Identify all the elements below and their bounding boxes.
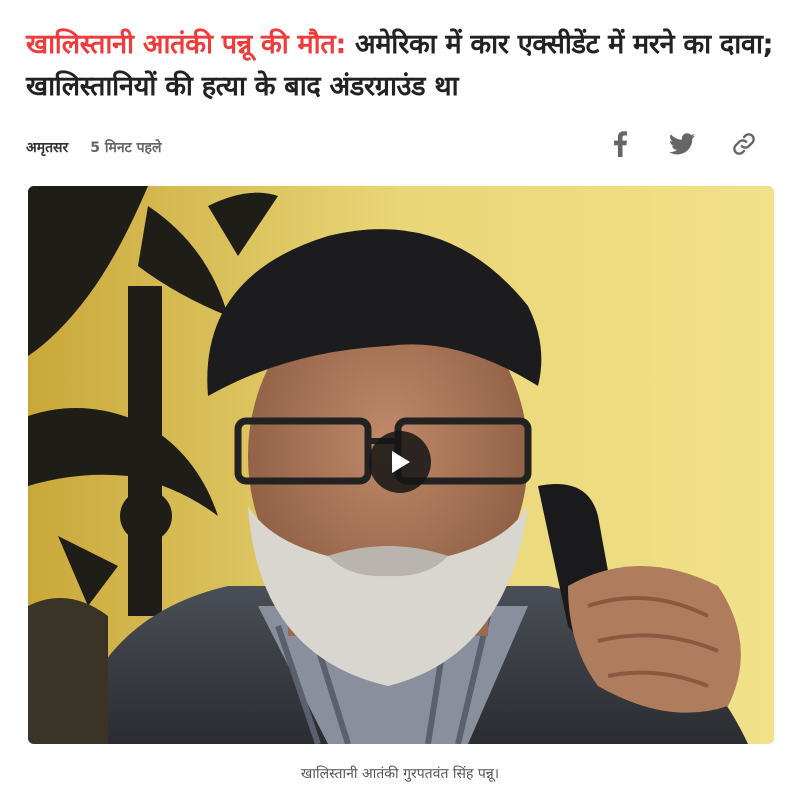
image-caption: खालिस्तानी आतंकी गुरपतवंत सिंह पन्नू। [300, 766, 500, 782]
link-icon[interactable] [728, 128, 760, 160]
share-bar [604, 128, 760, 160]
article-headline: खालिस्तानी आतंकी पन्नू की मौत: अमेरिका म… [26, 24, 776, 108]
location-label[interactable]: अमृतसर [26, 138, 68, 157]
facebook-icon[interactable] [604, 128, 636, 160]
play-icon [392, 451, 410, 473]
headline-kicker: खालिस्तानी आतंकी पन्नू की मौत: [26, 29, 346, 60]
article-meta: अमृतसर 5 मिनट पहले [26, 138, 161, 157]
twitter-icon[interactable] [666, 128, 698, 160]
article-page: खालिस्तानी आतंकी पन्नू की मौत: अमेरिका म… [0, 0, 800, 795]
video-player[interactable] [28, 186, 774, 744]
play-button[interactable] [369, 431, 431, 493]
timestamp: 5 मिनट पहले [90, 140, 162, 156]
